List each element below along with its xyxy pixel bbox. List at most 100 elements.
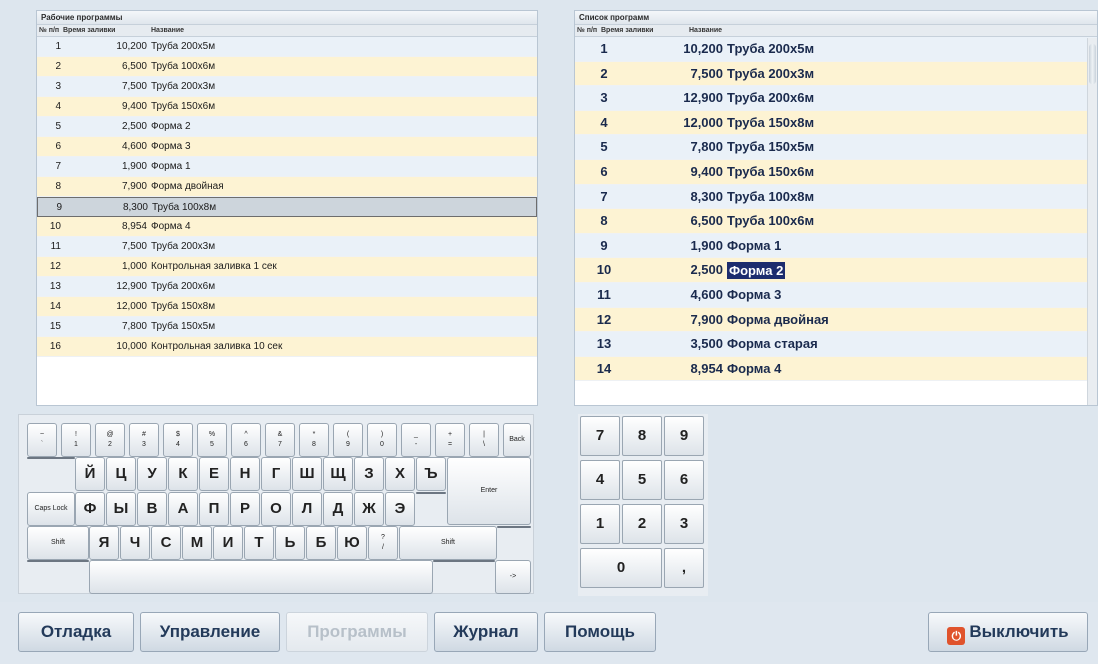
key[interactable]: Л — [292, 492, 322, 526]
tab-help[interactable]: Помощь — [544, 612, 656, 652]
tab-journal[interactable]: Журнал — [434, 612, 538, 652]
table-row[interactable]: 10 2,500 Форма 2 — [575, 258, 1097, 283]
key[interactable]: Ж — [354, 492, 384, 526]
key[interactable]: Ю — [337, 526, 367, 560]
table-row[interactable]: 13 3,500 Форма старая — [575, 332, 1097, 357]
key[interactable]: Р — [230, 492, 260, 526]
table-row[interactable]: 9 1,900 Форма 1 — [575, 233, 1097, 259]
key[interactable]: Ъ — [416, 457, 446, 491]
numpad-key[interactable]: 3 — [664, 504, 704, 544]
key[interactable]: А — [168, 492, 198, 526]
table-row[interactable]: 2 6,500 Труба 100х6м — [37, 57, 537, 77]
table-row[interactable]: 3 7,500 Труба 200х3м — [37, 77, 537, 97]
table-row[interactable]: 4 9,400 Труба 150х6м — [37, 97, 537, 117]
table-row[interactable]: 7 1,900 Форма 1 — [37, 157, 537, 177]
space-key[interactable] — [89, 560, 433, 594]
table-row[interactable]: 13 12,900 Труба 200х6м — [37, 277, 537, 297]
key[interactable]: Г — [261, 457, 291, 491]
key[interactable]: С — [151, 526, 181, 560]
table-row[interactable]: 16 10,000 Контрольная заливка 10 сек — [37, 337, 537, 357]
key[interactable]: К — [168, 457, 198, 491]
arrow-key[interactable]: -> — [495, 560, 531, 594]
table-row[interactable]: 11 7,500 Труба 200х3м — [37, 237, 537, 257]
key[interactable]: (9 — [333, 423, 363, 457]
numpad-key[interactable]: 4 — [580, 460, 620, 500]
table-row[interactable]: 9 8,300 Труба 100х8м — [37, 197, 537, 217]
key[interactable]: _ - — [401, 423, 431, 457]
table-row[interactable]: 8 7,900 Форма двойная — [37, 177, 537, 197]
key[interactable]: & 7 — [265, 423, 295, 457]
table-row[interactable]: 15 7,800 Труба 150х5м — [37, 317, 537, 337]
table-row[interactable]: 11 4,600 Форма 3 — [575, 282, 1097, 308]
key[interactable]: % 5 — [197, 423, 227, 457]
key[interactable]: ~ ` — [27, 423, 57, 457]
left-shift-key[interactable]: Shift — [27, 526, 89, 560]
key[interactable]: Ч — [120, 526, 150, 560]
numpad-key[interactable]: 7 — [580, 416, 620, 456]
key[interactable]: У — [137, 457, 167, 491]
tab-control[interactable]: Управление — [140, 612, 280, 652]
table-row[interactable]: 1 10,200 Труба 200х5м — [37, 37, 537, 57]
key[interactable]: * 8 — [299, 423, 329, 457]
numpad-zero-key[interactable]: 0 — [580, 548, 662, 588]
key[interactable]: Ц — [106, 457, 136, 491]
table-row[interactable]: 14 8,954 Форма 4 — [575, 356, 1097, 382]
right-shift-key[interactable]: Shift — [399, 526, 497, 560]
table-row[interactable]: 6 4,600 Форма 3 — [37, 137, 537, 157]
table-row[interactable]: 12 7,900 Форма двойная — [575, 307, 1097, 333]
key[interactable]: Е — [199, 457, 229, 491]
table-row[interactable]: 10 8,954 Форма 4 — [37, 217, 537, 237]
key[interactable]: Щ — [323, 457, 353, 491]
key[interactable]: ! 1 — [61, 423, 91, 457]
key[interactable]: О — [261, 492, 291, 526]
table-row[interactable]: 7 8,300 Труба 100х8м — [575, 184, 1097, 210]
table-row[interactable]: 1 10,200 Труба 200х5м — [575, 37, 1097, 62]
numpad-comma-key[interactable]: , — [664, 548, 704, 588]
tab-debug[interactable]: Отладка — [18, 612, 134, 652]
key[interactable]: Й — [75, 457, 105, 491]
scroll-thumb[interactable] — [1089, 44, 1096, 84]
key[interactable]: Б — [306, 526, 336, 560]
key[interactable]: Ф — [75, 492, 105, 526]
key[interactable]: | \ — [469, 423, 499, 457]
numpad-key[interactable]: 8 — [622, 416, 662, 456]
key[interactable]: @2 — [95, 423, 125, 457]
key[interactable]: $4 — [163, 423, 193, 457]
key[interactable]: М — [182, 526, 212, 560]
table-row[interactable]: 6 9,400 Труба 150х6м — [575, 159, 1097, 185]
backspace-key[interactable]: Back — [503, 423, 531, 457]
key[interactable]: Ы — [106, 492, 136, 526]
key[interactable]: И — [213, 526, 243, 560]
numpad-key[interactable]: 6 — [664, 460, 704, 500]
tab-programs[interactable]: Программы — [286, 612, 428, 652]
key[interactable]: З — [354, 457, 384, 491]
key[interactable]: Я — [89, 526, 119, 560]
key[interactable]: + = — [435, 423, 465, 457]
table-row[interactable]: 5 7,800 Труба 150х5м — [575, 135, 1097, 160]
table-row[interactable]: 8 6,500 Труба 100х6м — [575, 209, 1097, 234]
key[interactable]: Т — [244, 526, 274, 560]
enter-key[interactable]: Enter — [447, 457, 531, 525]
key[interactable]: Х — [385, 457, 415, 491]
key[interactable]: Н — [230, 457, 260, 491]
key[interactable]: В — [137, 492, 167, 526]
key[interactable]: Д — [323, 492, 353, 526]
key[interactable]: Ь — [275, 526, 305, 560]
numpad-key[interactable]: 1 — [580, 504, 620, 544]
program-list-scrollbar[interactable] — [1087, 38, 1097, 405]
table-row[interactable]: 3 12,900 Труба 200х6м — [575, 86, 1097, 111]
numpad-key[interactable]: 5 — [622, 460, 662, 500]
table-row[interactable]: 2 7,500 Труба 200х3м — [575, 61, 1097, 87]
key[interactable]: Ш — [292, 457, 322, 491]
key[interactable]: #3 — [129, 423, 159, 457]
key[interactable]: П — [199, 492, 229, 526]
table-row[interactable]: 4 12,000 Труба 150х8м — [575, 110, 1097, 136]
table-row[interactable]: 14 12,000 Труба 150х8м — [37, 297, 537, 317]
key[interactable]: ? / — [368, 526, 398, 560]
key[interactable]: Э — [385, 492, 415, 526]
numpad-key[interactable]: 9 — [664, 416, 704, 456]
key[interactable]: ^ 6 — [231, 423, 261, 457]
caps-lock-key[interactable]: Caps Lock — [27, 492, 75, 526]
power-off-button[interactable]: ⏻ Выключить — [928, 612, 1088, 652]
key[interactable]: ) 0 — [367, 423, 397, 457]
